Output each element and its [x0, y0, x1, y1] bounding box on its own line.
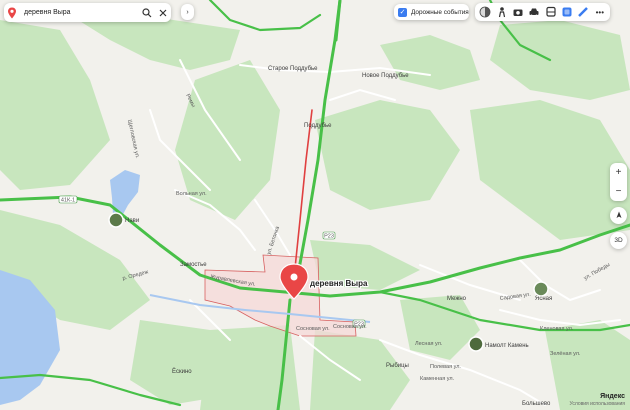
traffic-events-toggle[interactable]: ✓ Дорожные события [394, 4, 469, 20]
street-label: Каменная ул. [420, 376, 455, 382]
road-shield-r1: 41К-1 [58, 195, 78, 204]
place-label: Нави [125, 218, 139, 224]
panorama-person-icon[interactable] [495, 6, 508, 19]
search-icon[interactable] [139, 5, 155, 21]
street-label: Сосновая ул. [296, 326, 330, 332]
zoom-in-button[interactable]: + [616, 167, 622, 178]
place-label: Рыбицы [386, 363, 409, 369]
zoom-control: + − [610, 163, 627, 201]
search-box[interactable]: деревня Выра [4, 3, 171, 22]
street-label: Полевая ул. [430, 364, 461, 370]
photo-marker[interactable] [468, 336, 484, 352]
map-canvas[interactable]: 41К-1 Р23 Р23 Ремы Щегловская ул. Вольна… [0, 0, 630, 410]
place-label: Новое Поддубье [362, 73, 409, 79]
place-label: Намолт Камень [485, 343, 529, 349]
svg-text:41К-1: 41К-1 [61, 198, 75, 204]
place-label: Поддубье [304, 123, 332, 129]
location-pin-icon [4, 5, 20, 21]
map-toolbar: ••• [475, 3, 610, 21]
checkbox-checked-icon[interactable]: ✓ [398, 7, 407, 17]
view-3d-button[interactable]: 3D [610, 232, 627, 249]
brand-logo: Яндекс [600, 393, 625, 400]
place-label: Ясная [535, 296, 552, 302]
selected-place-label[interactable]: деревня Выра [309, 278, 369, 289]
more-icon[interactable]: ••• [593, 6, 606, 19]
expand-panel-button[interactable]: › [181, 4, 194, 20]
street-label: Зелёная ул. [550, 351, 581, 357]
layer-switch-icon[interactable] [561, 6, 574, 19]
photo-marker[interactable] [533, 281, 549, 297]
terms-link[interactable]: Условия использования [570, 401, 626, 407]
camera-icon[interactable] [511, 6, 524, 19]
street-label: Вольная ул. [176, 191, 207, 197]
close-icon[interactable] [155, 5, 171, 21]
place-label: Старое Поддубье [268, 66, 318, 72]
street-label: Сосновая ул. [333, 324, 367, 330]
chevron-right-icon: › [186, 8, 189, 16]
compass-button[interactable] [610, 207, 627, 224]
layers-icon[interactable] [479, 6, 492, 19]
svg-text:Р23: Р23 [324, 234, 334, 240]
ruler-icon[interactable] [577, 6, 590, 19]
place-label: Межно [447, 296, 467, 302]
search-input[interactable]: деревня Выра [24, 9, 139, 16]
bus-icon[interactable] [544, 6, 557, 19]
zoom-out-button[interactable]: − [616, 186, 622, 197]
place-label: Замостье [180, 262, 207, 268]
place-label: Ёскино [172, 368, 192, 375]
compass-icon [615, 211, 623, 221]
car-icon[interactable] [528, 6, 541, 19]
street-label: Кленовая ул. [540, 326, 574, 332]
road-shield-r2: Р23 [322, 231, 336, 240]
place-label: Большево [522, 401, 551, 407]
street-label: Лесная ул. [415, 341, 443, 347]
traffic-events-label: Дорожные события [411, 8, 469, 16]
photo-marker[interactable] [108, 212, 124, 228]
